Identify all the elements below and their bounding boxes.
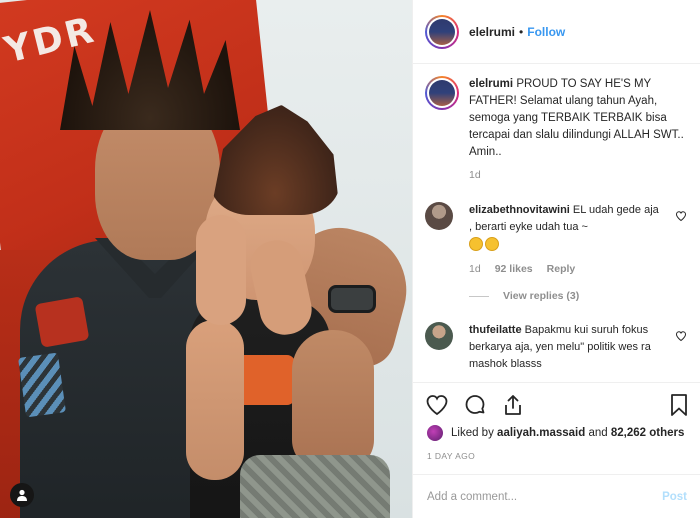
- commenter-avatar[interactable]: [425, 322, 453, 350]
- post-photo[interactable]: YDR: [0, 0, 412, 518]
- author-avatar[interactable]: [425, 14, 459, 49]
- liked-by-and: and: [588, 427, 608, 439]
- photo-child-arm: [186, 320, 244, 480]
- post-header: elelrumi • Follow: [413, 0, 700, 64]
- caption-avatar[interactable]: [425, 76, 459, 110]
- liked-by-prefix: Liked by: [451, 427, 494, 439]
- smiling-emoji-icon: [469, 237, 483, 252]
- view-replies-line: [469, 295, 489, 297]
- comment-emojis: [469, 236, 659, 253]
- comment-username[interactable]: elizabethnovitawini: [469, 204, 570, 216]
- comment-time: 1d: [469, 263, 481, 275]
- photo-father-hand: [292, 330, 374, 470]
- comment-bubble-icon[interactable]: [463, 393, 487, 417]
- caption-time: 1d: [469, 169, 481, 181]
- view-replies-label: View replies (3): [503, 290, 580, 302]
- add-comment-input[interactable]: [427, 490, 663, 503]
- caption: elelrumi PROUD TO SAY HE'S MY FATHER! Se…: [425, 76, 691, 181]
- caption-body: PROUD TO SAY HE'S MY FATHER! Selamat ula…: [469, 78, 684, 158]
- like-comment-heart-icon[interactable]: [675, 210, 687, 222]
- comment-item: elizabethnovitawini EL udah gede aja , b…: [425, 202, 691, 278]
- photo-child-hand-left: [196, 215, 246, 325]
- user-tag-icon[interactable]: [10, 483, 34, 507]
- liked-by-user[interactable]: aaliyah.massaid: [497, 427, 585, 439]
- comment-username[interactable]: thufeilatte: [469, 324, 522, 336]
- add-comment-bar: Post: [413, 474, 700, 518]
- view-replies-button[interactable]: View replies (3): [469, 290, 579, 302]
- author-username[interactable]: elelrumi: [469, 25, 515, 39]
- caption-username[interactable]: elelrumi: [469, 78, 513, 90]
- post-comment-button[interactable]: Post: [662, 491, 687, 503]
- like-comment-heart-icon[interactable]: [675, 330, 687, 342]
- liked-by-count[interactable]: 82,262 others: [611, 427, 685, 439]
- caption-text: elelrumi PROUD TO SAY HE'S MY FATHER! Se…: [469, 76, 684, 161]
- photo-shirt-patch: [34, 296, 90, 348]
- comment-likes[interactable]: 92 likes: [495, 261, 533, 278]
- post-date: 1 DAY AGO: [427, 451, 476, 461]
- photo-child-shirt-print: [235, 355, 295, 405]
- post-side-panel: elelrumi • Follow elelrumi PROUD TO SAY …: [412, 0, 700, 518]
- liked-by: Liked by aaliyah.massaid and 82,262 othe…: [427, 425, 684, 441]
- commenter-avatar[interactable]: [425, 202, 453, 230]
- photo-watch: [328, 285, 376, 313]
- follow-button[interactable]: Follow: [527, 25, 565, 39]
- comment-item: thufeilatte Bapakmu kui suruh fokus berk…: [425, 322, 691, 373]
- photo-child-shorts: [240, 455, 390, 518]
- header-separator: •: [519, 24, 524, 39]
- photo-rank-patch: [18, 352, 66, 418]
- like-heart-icon[interactable]: [425, 393, 449, 417]
- comment-meta: 1d 92 likes Reply: [469, 261, 659, 278]
- post-actions: Liked by aaliyah.massaid and 82,262 othe…: [413, 382, 700, 482]
- share-icon[interactable]: [501, 393, 525, 417]
- liker-avatar[interactable]: [427, 425, 443, 441]
- save-bookmark-icon[interactable]: [669, 393, 689, 417]
- reply-button[interactable]: Reply: [547, 261, 576, 278]
- smiling-emoji-icon: [485, 237, 499, 252]
